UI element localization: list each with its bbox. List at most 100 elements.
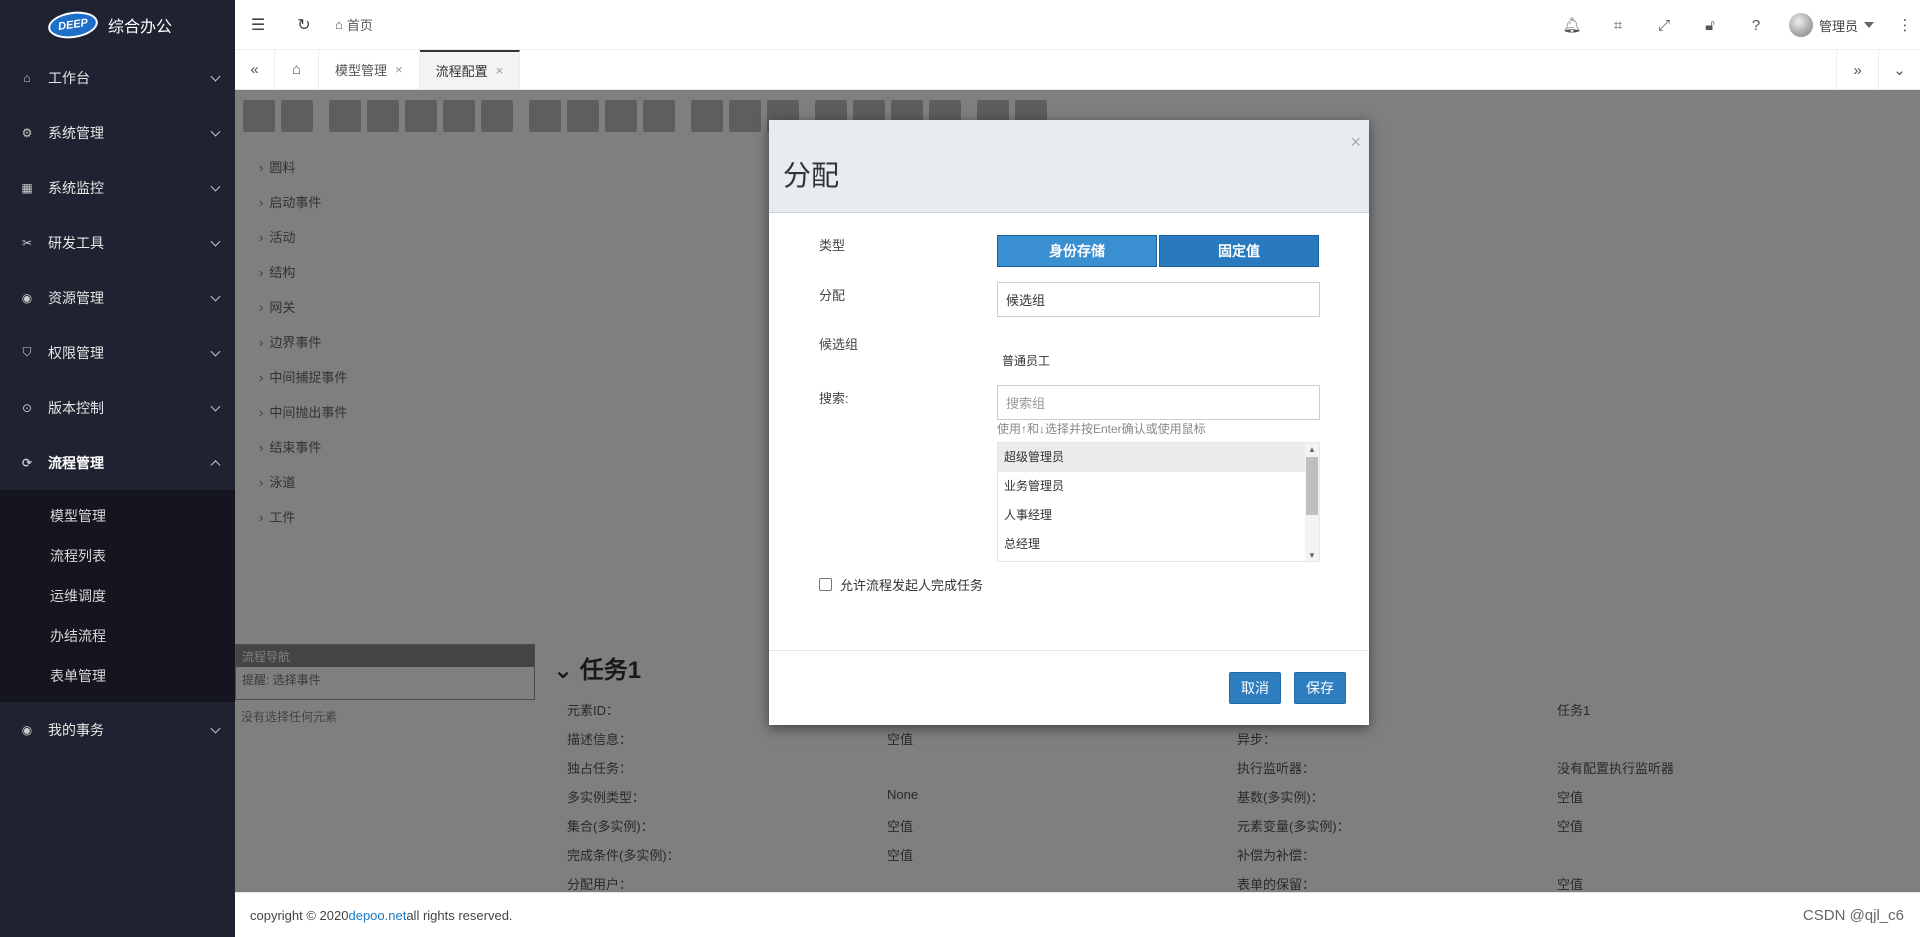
tabs-scroll-left-icon[interactable]: «	[235, 50, 275, 89]
search-input[interactable]: 搜索组	[997, 385, 1320, 420]
sidebar-item-label: 资源管理	[48, 289, 104, 306]
tab-close-icon[interactable]: ×	[395, 62, 403, 77]
type-label: 类型	[819, 238, 846, 253]
tab-process-config[interactable]: 流程配置 ×	[419, 50, 521, 89]
allow-initiator-checkbox[interactable]: 允许流程发起人完成任务	[819, 575, 983, 594]
tag-icon[interactable]: ⌗	[1595, 17, 1641, 34]
topbar: ☰ ↻ ⌂ 首页 🔔︎ ⌗ ⤢ 🔓︎ ? 管理员 ⋮	[235, 0, 1920, 50]
tab-close-icon[interactable]: ×	[496, 63, 504, 78]
breadcrumb-home: 首页	[346, 18, 373, 33]
scroll-thumb[interactable]	[1306, 457, 1318, 515]
gear-icon: ⚙	[21, 125, 33, 140]
tabs-bar: « ⌂ 模型管理 × 流程配置 × » ⌄	[235, 50, 1920, 90]
chevron-icon	[210, 181, 221, 192]
app-title: 综合办公	[108, 19, 173, 36]
submenu-item[interactable]: 运维调度	[0, 576, 235, 616]
dialog-body: 类型 身份存储 固定值 分配 候选组 候选组 普通员工 搜索: 搜索组 使用↑和…	[769, 213, 1369, 650]
checkbox-label: 允许流程发起人完成任务	[840, 578, 984, 593]
sidebar-item[interactable]: ⛉ 权限管理	[0, 325, 235, 380]
tabs-right-controls: » ⌄	[1836, 50, 1920, 90]
group-option[interactable]: 总经理	[998, 530, 1305, 559]
footer-link[interactable]: depoo.net	[348, 908, 406, 923]
chevron-icon	[210, 723, 221, 734]
tools-icon: ✂	[21, 235, 33, 250]
sidebar-item[interactable]: ⊙ 版本控制	[0, 380, 235, 435]
sidebar-item[interactable]: ⚙ 系统管理	[0, 105, 235, 160]
sidebar-item[interactable]: ⟳ 流程管理	[0, 435, 235, 490]
submenu-item[interactable]: 模型管理	[0, 496, 235, 536]
chevron-icon	[210, 401, 221, 412]
caret-down-icon	[1864, 22, 1874, 28]
submenu-item[interactable]: 办结流程	[0, 616, 235, 656]
sidebar-item[interactable]: ▦ 系统监控	[0, 160, 235, 215]
dialog-header: 分配 ×	[769, 120, 1369, 213]
assign-dialog: 分配 × 类型 身份存储 固定值 分配 候选组 候选组 普通员工 搜索: 搜索组…	[769, 120, 1369, 725]
code-icon: ⊙	[21, 400, 33, 415]
sidebar-item-label: 系统监控	[48, 179, 104, 196]
checkbox-box[interactable]	[819, 578, 832, 591]
chevron-icon	[210, 126, 221, 137]
sidebar-item-label: 流程管理	[48, 454, 104, 471]
chevron-icon	[210, 459, 221, 470]
close-icon[interactable]: ×	[1350, 132, 1361, 153]
chevron-icon	[210, 236, 221, 247]
copyright-prefix: copyright © 2020	[250, 907, 349, 923]
more-vertical-icon[interactable]: ⋮	[1890, 16, 1920, 34]
dialog-footer: 取消 保存	[769, 650, 1369, 725]
type-toggle: 身份存储 固定值	[997, 235, 1319, 267]
search-label: 搜索:	[819, 391, 849, 406]
identity-store-button[interactable]: 身份存储	[997, 235, 1157, 267]
submenu-item[interactable]: 流程列表	[0, 536, 235, 576]
compass-icon: ◉	[21, 290, 33, 305]
cancel-button[interactable]: 取消	[1229, 672, 1281, 704]
sidebar-item-label: 研发工具	[48, 234, 104, 251]
topbar-actions: 🔔︎ ⌗ ⤢ 🔓︎ ? 管理员 ⋮	[1549, 0, 1920, 50]
candidate-value: 普通员工	[1002, 354, 1051, 368]
sidebar-item[interactable]: ✂ 研发工具	[0, 215, 235, 270]
tabs-dropdown-icon[interactable]: ⌄	[1878, 50, 1920, 90]
lock-icon[interactable]: 🔓︎	[1687, 17, 1733, 34]
compass-icon: ◉	[21, 722, 33, 737]
dialog-title: 分配	[783, 160, 840, 191]
group-option[interactable]: 人事经理	[998, 501, 1305, 530]
sidebar: DEEP 综合办公 ⌂ 工作台 ⚙ 系统管理 ▦ 系统监控 ✂ 研发工具 ◉ 资源管理 ⛉ 权限管理 ⊙…	[0, 0, 235, 937]
fullscreen-icon[interactable]: ⤢	[1641, 17, 1687, 34]
group-option[interactable]: 业务管理员	[998, 472, 1305, 501]
sidebar-item-my-affairs[interactable]: ◉ 我的事务	[0, 702, 235, 757]
sidebar-menu: ⌂ 工作台 ⚙ 系统管理 ▦ 系统监控 ✂ 研发工具 ◉ 资源管理 ⛉ 权限管理 ⊙ 版本控制 ⟳ 流程管理模…	[0, 50, 235, 757]
menu-toggle-icon[interactable]: ☰	[235, 0, 281, 50]
chevron-icon	[210, 71, 221, 82]
group-listbox[interactable]: 超级管理员 业务管理员 人事经理 总经理 ▲ ▼	[997, 442, 1320, 562]
footer: copyright © 2020 depoo.net all rights re…	[235, 892, 1920, 937]
user-menu[interactable]: 管理员	[1779, 13, 1890, 37]
tabs-scroll-right-icon[interactable]: »	[1836, 50, 1878, 90]
refresh-icon[interactable]: ↻	[281, 0, 327, 50]
group-option[interactable]: 超级管理员	[998, 443, 1305, 472]
tab-model-manage[interactable]: 模型管理 ×	[319, 50, 420, 89]
sidebar-item-label: 版本控制	[48, 399, 104, 416]
scroll-down-icon[interactable]: ▼	[1305, 549, 1319, 561]
logo-badge: DEEP	[46, 8, 100, 42]
scroll-up-icon[interactable]: ▲	[1305, 443, 1319, 457]
chevron-icon	[210, 346, 221, 357]
candidate-label: 候选组	[819, 337, 859, 352]
bell-icon[interactable]: 🔔︎	[1549, 16, 1595, 34]
breadcrumb[interactable]: ⌂ 首页	[335, 15, 373, 34]
sidebar-item-label: 工作台	[48, 69, 90, 86]
sidebar-item[interactable]: ◉ 资源管理	[0, 270, 235, 325]
submenu-item[interactable]: 表单管理	[0, 656, 235, 696]
process-submenu: 模型管理 流程列表 运维调度 办结流程 表单管理	[0, 490, 235, 702]
help-icon[interactable]: ?	[1733, 17, 1779, 34]
sidebar-item-label: 权限管理	[48, 344, 104, 361]
save-button[interactable]: 保存	[1294, 672, 1346, 704]
tab-home-icon[interactable]: ⌂	[275, 50, 319, 89]
footer-watermark: CSDN @qjl_c6	[1802, 907, 1904, 924]
fixed-value-button[interactable]: 固定值	[1159, 235, 1319, 267]
app-logo[interactable]: DEEP 综合办公	[0, 0, 235, 50]
listbox-scrollbar[interactable]: ▲ ▼	[1305, 443, 1319, 561]
flow-icon: ⟳	[21, 455, 33, 470]
search-hint: 使用↑和↓选择并按Enter确认或使用鼠标	[997, 422, 1206, 436]
copyright-suffix: all rights reserved.	[406, 907, 513, 923]
assign-select[interactable]: 候选组	[997, 282, 1320, 317]
sidebar-item[interactable]: ⌂ 工作台	[0, 50, 235, 105]
